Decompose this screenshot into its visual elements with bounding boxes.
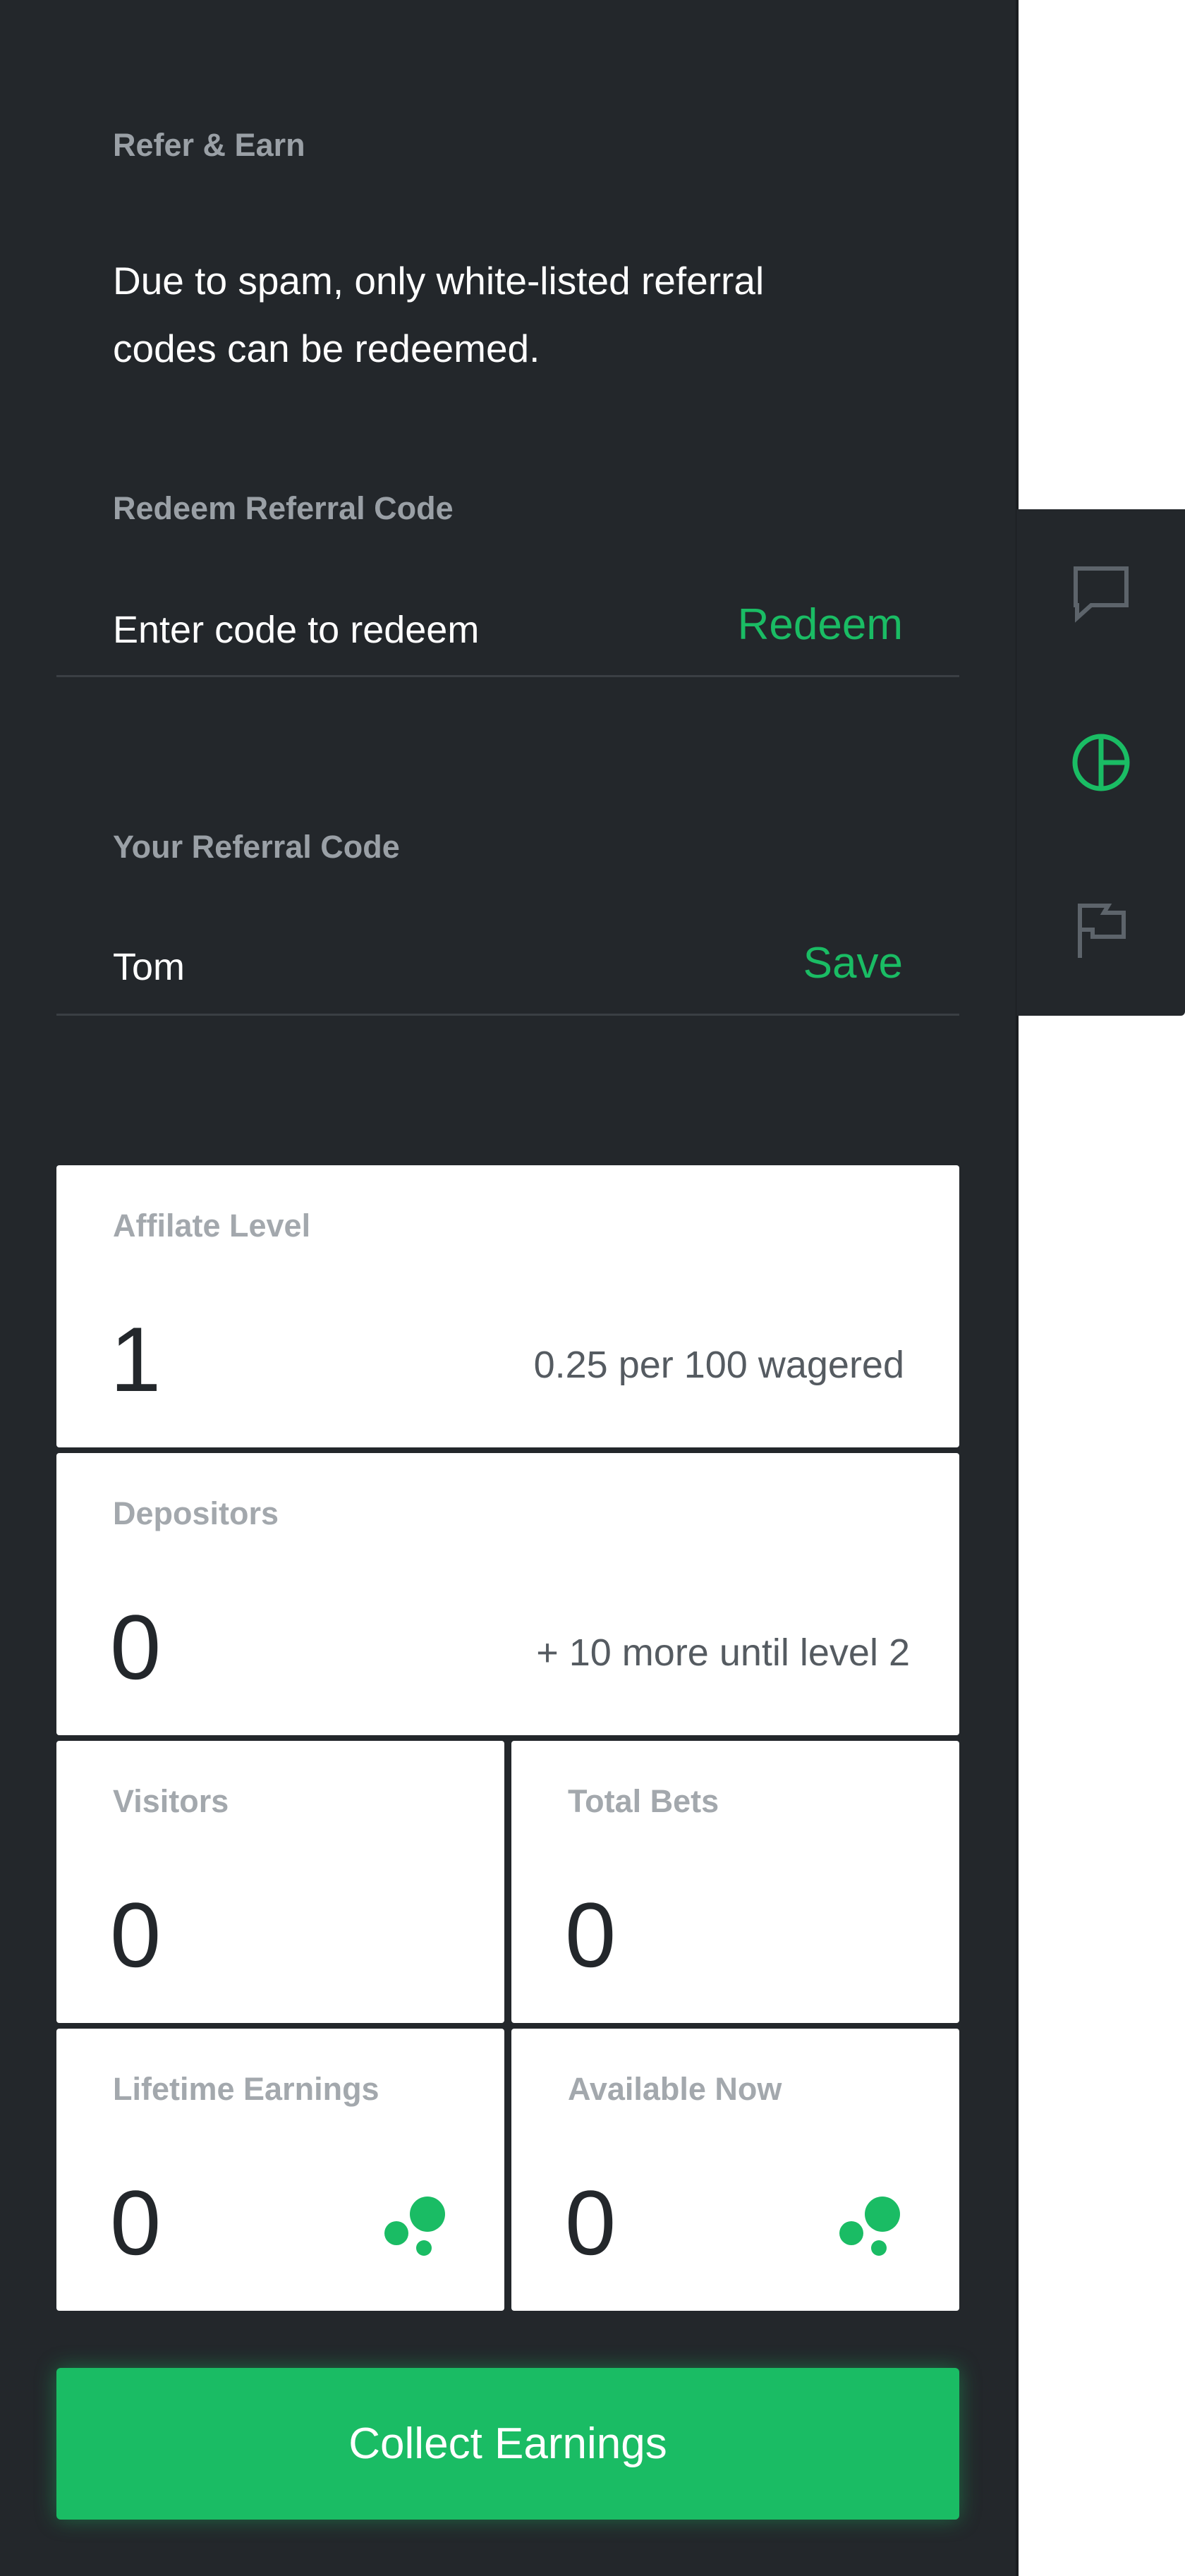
tab-report[interactable] [1016, 846, 1185, 1015]
available-now-label: Available Now [568, 2071, 782, 2107]
refer-earn-title: Refer & Earn [113, 127, 305, 163]
save-button[interactable]: Save [803, 938, 903, 988]
pie-chart-icon [1072, 734, 1129, 791]
side-tab-bar [1016, 509, 1185, 1016]
depositors-progress-note: + 10 more until level 2 [536, 1632, 910, 1674]
redeem-code-title: Redeem Referral Code [113, 490, 454, 526]
redeem-code-row: Redeem [56, 593, 959, 677]
your-code-row: Tom Save [56, 931, 959, 1016]
depositors-value: 0 [110, 1596, 162, 1699]
lifetime-earnings-card: Lifetime Earnings 0 [56, 2029, 504, 2311]
coins-icon [384, 2197, 445, 2256]
total-bets-label: Total Bets [568, 1783, 719, 1819]
spam-notice: Due to spam, only white-listed referral … [113, 259, 765, 370]
tab-stats[interactable] [1016, 678, 1185, 846]
visitors-card: Visitors 0 [56, 1741, 504, 2023]
affiliate-level-rate: 0.25 per 100 wagered [533, 1344, 904, 1386]
affiliate-level-card: Affilate Level 1 0.25 per 100 wagered [56, 1165, 959, 1447]
affiliate-level-value: 1 [110, 1308, 162, 1411]
redeem-code-input[interactable] [113, 598, 691, 662]
total-bets-value: 0 [565, 1883, 616, 1986]
visitors-label: Visitors [113, 1783, 229, 1819]
coins-icon [839, 2197, 900, 2256]
collect-earnings-button[interactable]: Collect Earnings [56, 2368, 959, 2520]
chat-icon [1073, 566, 1129, 623]
redeem-button[interactable]: Redeem [738, 600, 903, 650]
lifetime-earnings-label: Lifetime Earnings [113, 2071, 379, 2107]
flag-icon [1077, 903, 1126, 958]
panel-divider [1016, 0, 1019, 2576]
depositors-card: Depositors 0 + 10 more until level 2 [56, 1453, 959, 1735]
available-now-card: Available Now 0 [511, 2029, 959, 2311]
your-code-title: Your Referral Code [113, 829, 400, 865]
your-code-value[interactable]: Tom [113, 945, 185, 989]
affiliate-level-label: Affilate Level [113, 1208, 311, 1244]
tab-chat[interactable] [1016, 509, 1185, 678]
lifetime-earnings-value: 0 [110, 2171, 162, 2274]
referral-panel: Refer & Earn Due to spam, only white-lis… [0, 0, 1016, 2576]
depositors-label: Depositors [113, 1495, 279, 1531]
total-bets-card: Total Bets 0 [511, 1741, 959, 2023]
available-now-value: 0 [565, 2171, 616, 2274]
visitors-value: 0 [110, 1883, 162, 1986]
